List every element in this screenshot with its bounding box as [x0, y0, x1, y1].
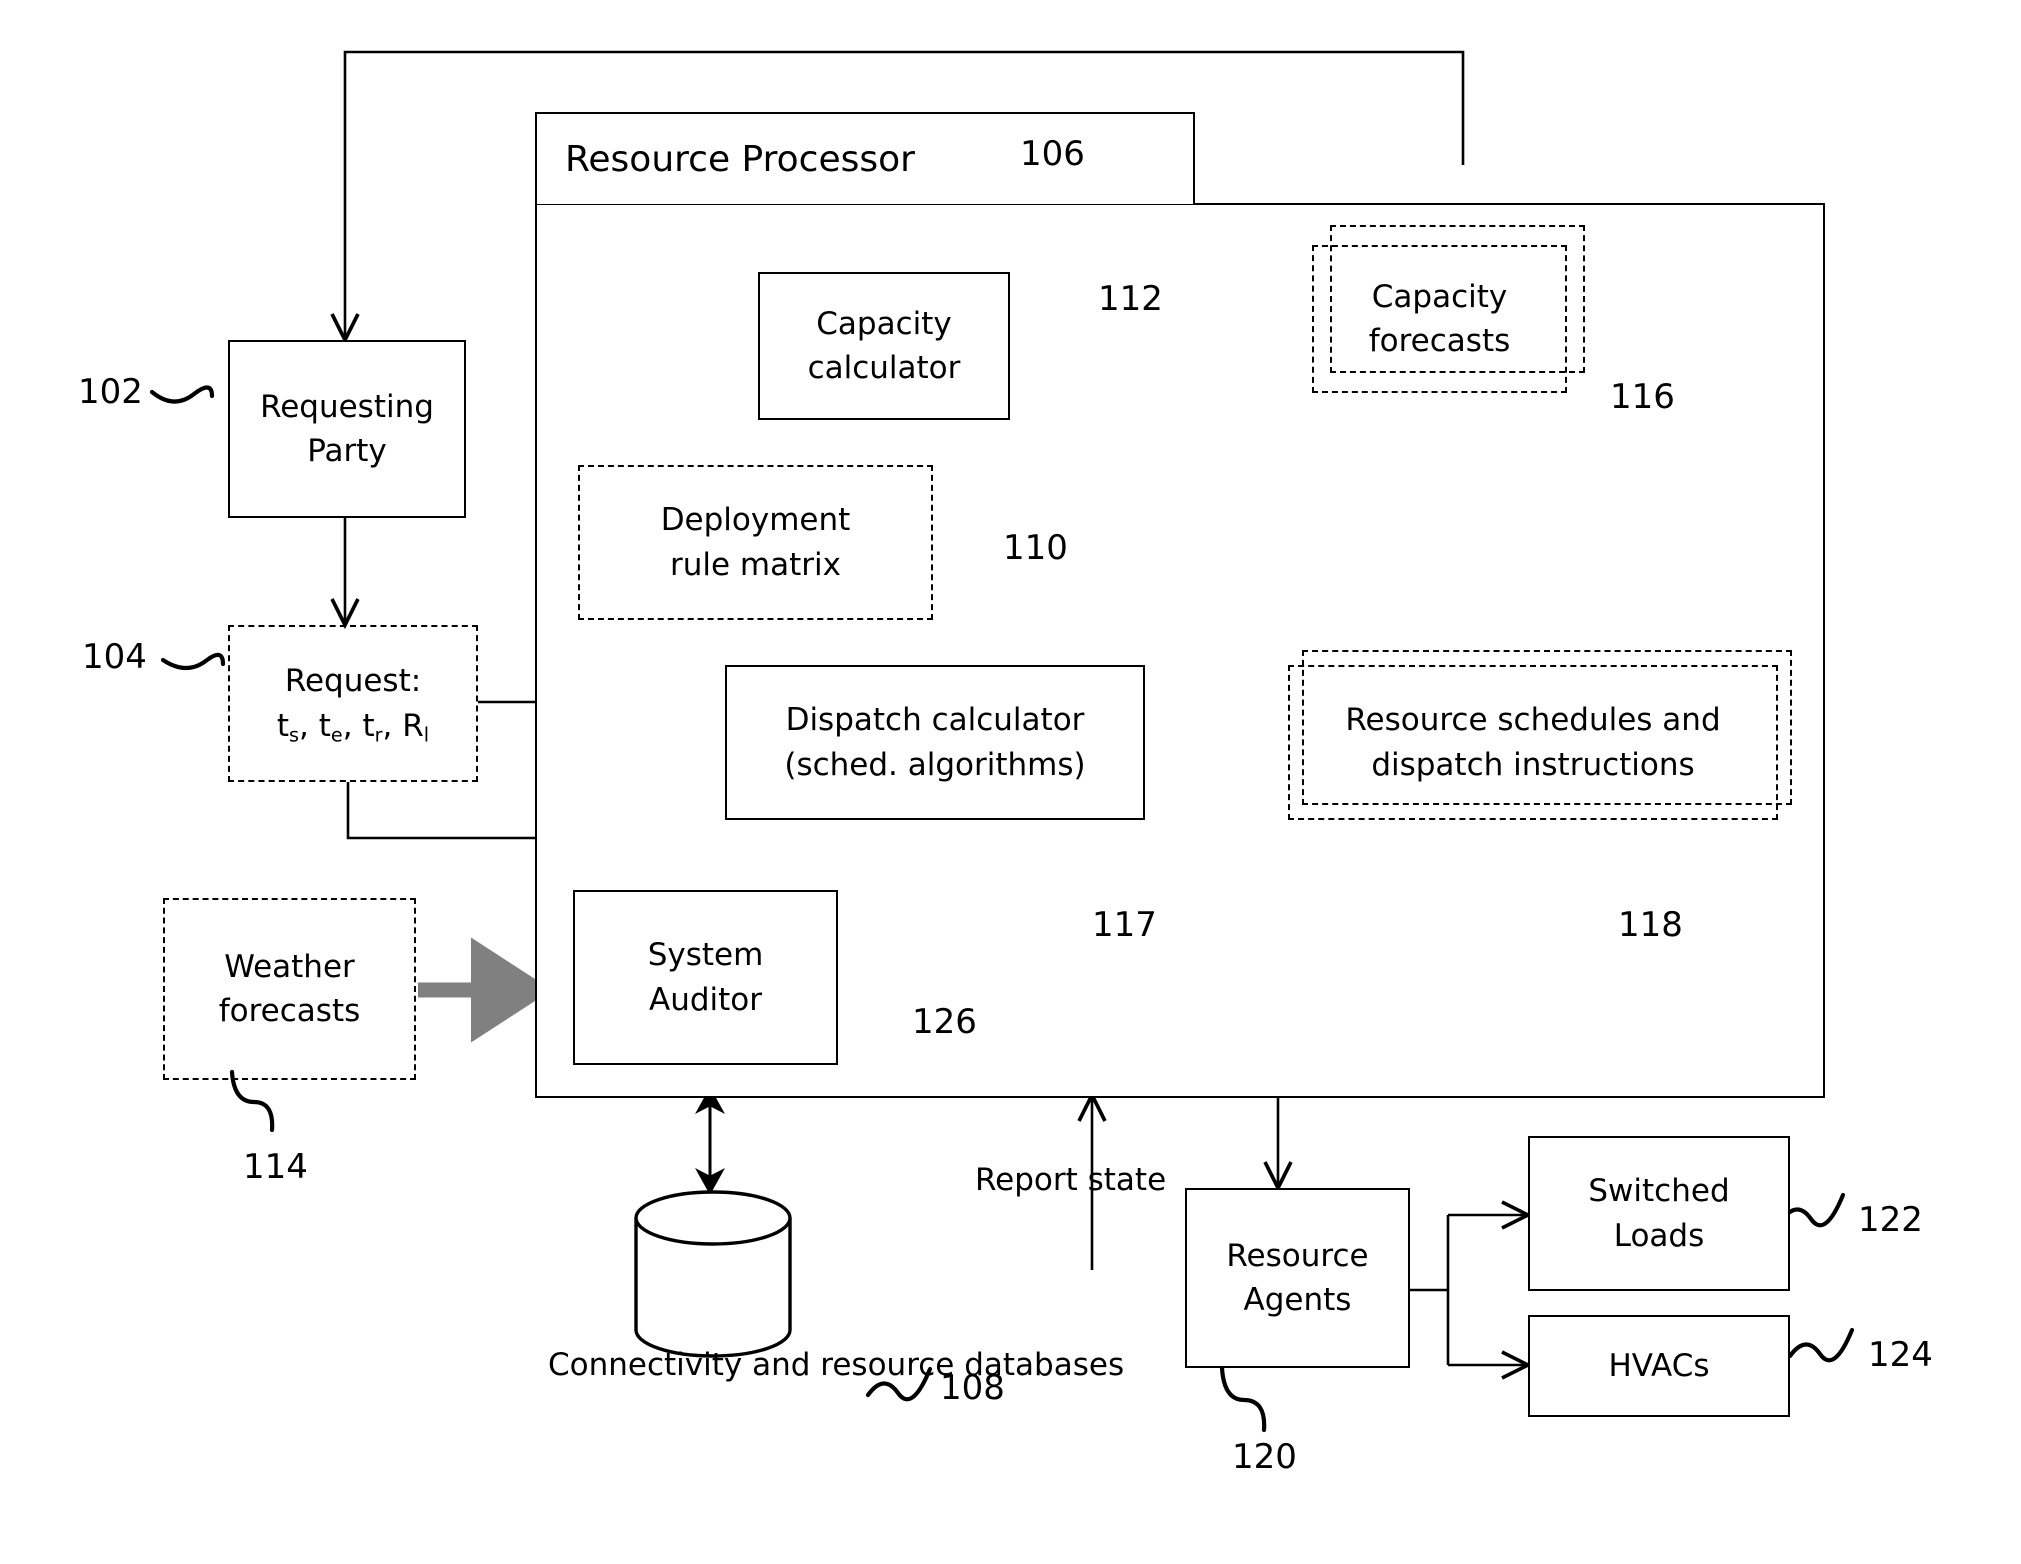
databases-line1: Connectivity and [548, 1347, 811, 1383]
node-system-auditor: System Auditor [573, 890, 838, 1065]
ref-102: 102 [78, 372, 143, 412]
capacity-forecasts-line1: Capacity [1371, 278, 1508, 315]
system-auditor-line2: Auditor [648, 981, 762, 1018]
resource-agents-line1: Resource [1226, 1237, 1369, 1274]
resource-schedules-line2: dispatch instructions [1371, 746, 1695, 783]
resource-agents-line2: Agents [1243, 1282, 1352, 1318]
dispatch-calculator-line2: (sched. algorithms) [784, 746, 1086, 783]
node-switched-loads: Switched Loads [1528, 1136, 1790, 1291]
resource-processor-tab: Resource Processor [535, 112, 1195, 204]
requesting-party-line2: Party [307, 433, 387, 469]
report-state-line2: state [1087, 1162, 1167, 1198]
switched-loads-line2: Loads [1613, 1217, 1705, 1254]
report-state-line1: Report [975, 1162, 1078, 1198]
weather-forecasts-line1: Weather [224, 948, 355, 985]
report-state-label: Report state [975, 1160, 1166, 1202]
weather-forecasts-line2: forecasts [218, 993, 361, 1029]
figure-canvas: Resource Processor 106 Requesting Party … [0, 0, 2021, 1564]
requesting-party-line1: Requesting [260, 388, 434, 425]
node-request: Request: ts, te, tr, Rl [228, 625, 478, 782]
node-requesting-party: Requesting Party [228, 340, 466, 518]
ref-116: 116 [1610, 377, 1675, 417]
node-dispatch-calculator: Dispatch calculator (sched. algorithms) [725, 665, 1145, 820]
ref-122: 122 [1858, 1200, 1923, 1240]
deployment-rule-matrix-line2: rule matrix [670, 546, 841, 583]
node-resource-agents: Resource Agents [1185, 1188, 1410, 1368]
ref-126: 126 [912, 1002, 977, 1042]
ref-112: 112 [1098, 279, 1163, 319]
node-deployment-rule-matrix: Deployment rule matrix [578, 465, 933, 620]
databases-caption: Connectivity and resource databases [548, 1345, 1124, 1387]
deployment-rule-matrix-line1: Deployment [660, 502, 851, 539]
ref-120: 120 [1232, 1437, 1297, 1477]
request-params: ts, te, tr, Rl [276, 707, 430, 746]
resource-schedules-line1: Resource schedules and [1345, 702, 1721, 739]
ref-106: 106 [1020, 134, 1085, 174]
ref-108: 108 [940, 1368, 1005, 1408]
ref-114: 114 [243, 1147, 308, 1187]
request-line1: Request: [284, 663, 422, 700]
ref-124: 124 [1868, 1335, 1933, 1375]
hvacs-line1: HVACs [1608, 1347, 1710, 1384]
switched-loads-line1: Switched [1588, 1173, 1730, 1210]
node-weather-forecasts: Weather forecasts [163, 898, 416, 1080]
node-capacity-calculator: Capacity calculator [758, 272, 1010, 420]
capacity-forecasts-line2: forecasts [1368, 323, 1511, 359]
system-auditor-line1: System [647, 937, 764, 974]
node-capacity-forecasts: Capacity forecasts [1312, 245, 1567, 393]
capacity-calculator-line2: calculator [807, 350, 961, 386]
dispatch-calculator-line1: Dispatch calculator [785, 702, 1085, 739]
node-hvacs: HVACs [1528, 1315, 1790, 1417]
capacity-calculator-line1: Capacity [816, 305, 952, 342]
database-cylinder [634, 1190, 792, 1358]
resource-processor-title: Resource Processor [565, 138, 915, 180]
ref-110: 110 [1003, 528, 1068, 568]
ref-104: 104 [82, 637, 147, 677]
node-resource-schedules: Resource schedules and dispatch instruct… [1288, 665, 1778, 820]
ref-117: 117 [1092, 905, 1157, 945]
ref-118: 118 [1618, 905, 1683, 945]
